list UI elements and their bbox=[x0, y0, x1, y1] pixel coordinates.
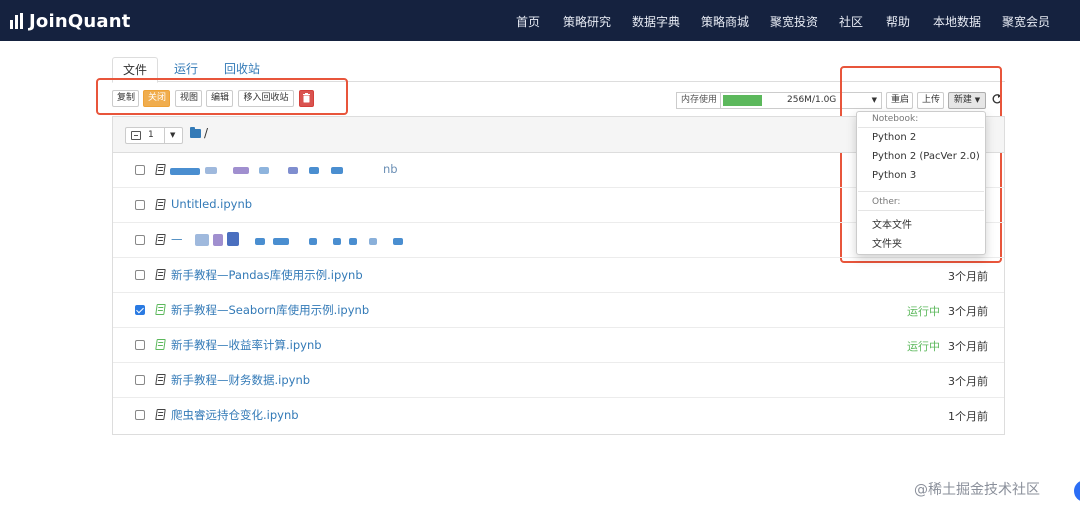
modified-time: 3个月前 bbox=[948, 305, 988, 318]
row-checkbox[interactable] bbox=[135, 375, 145, 385]
menu-item-python3[interactable]: Python 3 bbox=[872, 170, 916, 181]
nav-home[interactable]: 首页 bbox=[516, 13, 540, 30]
redacted-text bbox=[195, 234, 209, 246]
breadcrumb-path[interactable]: / bbox=[204, 126, 208, 140]
other-section-header: Other: bbox=[872, 197, 901, 207]
notebook-icon bbox=[155, 199, 166, 210]
modified-time: 3个月前 bbox=[948, 340, 988, 353]
row-checkbox[interactable] bbox=[135, 270, 145, 280]
row-checkbox[interactable] bbox=[135, 340, 145, 350]
menu-item-python2-pacver[interactable]: Python 2 (PacVer 2.0) bbox=[872, 151, 980, 162]
highlight-box-toolbar bbox=[96, 78, 348, 115]
file-name[interactable]: 新手教程—财务数据.ipynb bbox=[171, 372, 310, 388]
new-dropdown-menu: Notebook: Python 2 Python 2 (PacVer 2.0)… bbox=[856, 111, 986, 255]
brand-name: JoinQuant bbox=[29, 10, 131, 32]
row-checkbox[interactable] bbox=[135, 305, 145, 315]
nav-strategy-research[interactable]: 策略研究 bbox=[563, 13, 611, 30]
modified-time: 1个月前 bbox=[948, 410, 988, 423]
redacted-text bbox=[170, 168, 200, 175]
list-item[interactable]: 新手教程—Pandas库使用示例.ipynb 3个月前 bbox=[113, 258, 1004, 293]
chevron-down-icon: ▼ bbox=[170, 131, 176, 139]
file-name[interactable]: 爬虫睿远持仓变化.ipynb bbox=[171, 407, 299, 423]
list-item[interactable]: 新手教程—收益率计算.ipynb 运行中 3个月前 bbox=[113, 328, 1004, 363]
memory-usage-value: 256M/1.0G bbox=[787, 95, 837, 105]
select-all-dropdown[interactable]: 1 ▼ bbox=[125, 127, 183, 144]
checkbox-minus-icon bbox=[131, 131, 141, 140]
notebook-icon bbox=[155, 234, 166, 245]
selected-count: 1 bbox=[148, 130, 154, 140]
floating-avatar[interactable] bbox=[1074, 480, 1080, 502]
running-notebook-icon bbox=[155, 304, 166, 315]
notebook-icon bbox=[155, 164, 166, 175]
top-navbar: JoinQuant 首页 策略研究 数据字典 策略商城 聚宽投资 社区 帮助 本… bbox=[0, 0, 1080, 41]
notebook-icon bbox=[155, 269, 166, 280]
row-checkbox[interactable] bbox=[135, 235, 145, 245]
modified-time: 3个月前 bbox=[948, 270, 988, 283]
file-name[interactable]: — bbox=[171, 232, 183, 246]
file-name[interactable]: nb bbox=[383, 162, 398, 176]
file-name[interactable]: 新手教程—Pandas库使用示例.ipynb bbox=[171, 267, 363, 283]
menu-item-folder[interactable]: 文件夹 bbox=[872, 235, 902, 250]
memory-usage-label: 内存使用 bbox=[676, 92, 722, 109]
nav-strategy-store[interactable]: 策略商城 bbox=[701, 13, 749, 30]
notebook-icon bbox=[155, 409, 166, 420]
list-item[interactable]: 爬虫睿远持仓变化.ipynb 1个月前 bbox=[113, 398, 1004, 433]
row-checkbox[interactable] bbox=[135, 410, 145, 420]
menu-item-python2[interactable]: Python 2 bbox=[872, 132, 916, 143]
list-item[interactable]: 新手教程—Seaborn库使用示例.ipynb 运行中 3个月前 bbox=[113, 293, 1004, 328]
nav-data-dictionary[interactable]: 数据字典 bbox=[632, 13, 680, 30]
memory-usage-fill bbox=[723, 95, 762, 106]
joinquant-logo[interactable]: JoinQuant bbox=[10, 9, 131, 33]
file-name[interactable]: 新手教程—收益率计算.ipynb bbox=[171, 337, 322, 353]
running-notebook-icon bbox=[155, 339, 166, 350]
list-item[interactable]: 新手教程—财务数据.ipynb 3个月前 bbox=[113, 363, 1004, 398]
menu-item-text-file[interactable]: 文本文件 bbox=[872, 216, 912, 231]
row-checkbox[interactable] bbox=[135, 200, 145, 210]
notebook-section-header: Notebook: bbox=[872, 114, 919, 124]
notebook-icon bbox=[155, 374, 166, 385]
nav-joinquant-invest[interactable]: 聚宽投资 bbox=[770, 13, 818, 30]
nav-help[interactable]: 帮助 bbox=[886, 13, 910, 30]
row-checkbox[interactable] bbox=[135, 165, 145, 175]
watermark: @稀土掘金技术社区 bbox=[914, 482, 1040, 498]
file-name[interactable]: 新手教程—Seaborn库使用示例.ipynb bbox=[171, 302, 369, 318]
logo-bars-icon bbox=[10, 13, 23, 29]
running-status: 运行中 bbox=[907, 305, 940, 318]
file-name[interactable]: Untitled.ipynb bbox=[171, 197, 252, 211]
nav-community[interactable]: 社区 bbox=[839, 13, 863, 30]
folder-icon[interactable] bbox=[190, 127, 201, 138]
nav-local-data[interactable]: 本地数据 bbox=[933, 13, 981, 30]
modified-time: 3个月前 bbox=[948, 375, 988, 388]
nav-membership[interactable]: 聚宽会员 bbox=[1002, 13, 1050, 30]
running-status: 运行中 bbox=[907, 340, 940, 353]
